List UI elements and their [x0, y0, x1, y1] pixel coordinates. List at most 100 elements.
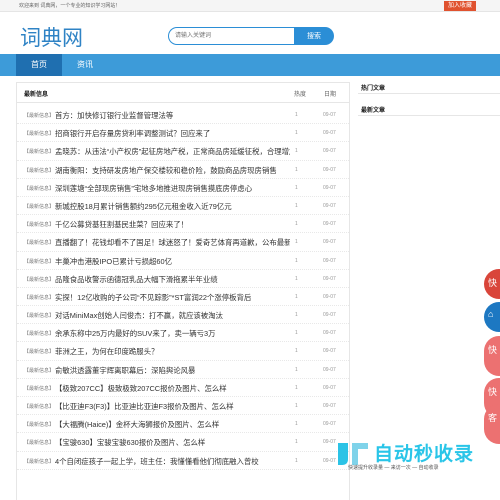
- article-row[interactable]: 【最新信息】 湖南衡阳：支持研发房地产保交楼较和稳价险，鼓励商品房现房销售 1 09-…: [17, 161, 349, 179]
- article-tag: 【最新信息】: [24, 203, 55, 210]
- article-date: 09-07: [323, 202, 336, 209]
- article-date: 09-07: [323, 166, 336, 173]
- article-hot-count: 1: [295, 166, 298, 173]
- article-title-link[interactable]: 孟晓苏：从违法“小产权房”起征房地产税，正常商品房延缓征税，合理增加地方: [55, 146, 290, 157]
- article-title-link[interactable]: 直播翻了！花钱却看不了国足！球迷怒了！爱奇艺体育再道歉，公布最新补偿方案: [55, 237, 290, 248]
- article-row[interactable]: 【最新信息】 4个自闭症孩子一起上学，班主任：我懂懂看他们彻底融入曾校 1 09-07: [17, 452, 349, 470]
- article-row[interactable]: 【最新信息】 实探！12亿收购的子公司“不见踪影”*ST富润22个涨停板背后 1 09…: [17, 288, 349, 307]
- article-title-link[interactable]: 余承东称中25万内最好的SUV来了，卖一辆亏3万: [55, 328, 290, 339]
- article-title-link[interactable]: 品隆食品收警示函德冠乳品大幅下滑拖累半年业绩: [55, 274, 290, 285]
- hot-articles-title: 热门文章: [361, 86, 386, 92]
- article-row[interactable]: 【最新信息】 深圳莲塘“全部现房销售”宅地多地推进现房销售摸底房停虑心 1 09-07: [17, 179, 349, 197]
- article-row[interactable]: 【最新信息】 余承东称中25万内最好的SUV来了，卖一辆亏3万 1 09-07: [17, 324, 349, 343]
- article-hot-count: 1: [295, 239, 298, 246]
- article-title-link[interactable]: 俞敏洪透露董宇辉离职幕后：深陷舆论风暴: [55, 365, 290, 376]
- new-articles-title: 最新文章: [361, 108, 386, 114]
- hot-articles-header: 热门文章: [358, 82, 500, 94]
- article-tag: 【最新信息】: [24, 240, 55, 247]
- article-row[interactable]: 【最新信息】 【大福腾(Haice)】金杯大海狮报价及图片、怎么样 1 09-07: [17, 415, 349, 434]
- article-date: 09-07: [323, 312, 336, 319]
- article-date: 09-07: [323, 275, 336, 282]
- article-row[interactable]: 【最新信息】 【极致207CC】极致极致207CC报价及图片、怎么样 1 09-07: [17, 379, 349, 397]
- latest-info-panel: 最新信息 热度 日期 【最新信息】 首方：加快修订银行业监督管理法等 1 09-07 【…: [16, 82, 350, 500]
- search-input[interactable]: [168, 27, 296, 45]
- article-title-link[interactable]: 丰巢冲击港股IPO已累计亏损超60亿: [55, 256, 290, 267]
- site-logo[interactable]: 词典网: [20, 22, 83, 52]
- article-title-link[interactable]: 【极致207CC】极致极致207CC报价及图片、怎么样: [55, 383, 290, 394]
- article-hot-count: 1: [295, 184, 298, 191]
- float-label: 快: [488, 345, 498, 355]
- article-row[interactable]: 【最新信息】 招商银行开启存量房贷利率调整测试？回应来了 1 09-07: [17, 124, 349, 143]
- article-title-link[interactable]: 菲洲之王，为何在印度跪服头？: [55, 346, 290, 357]
- article-tag: 【最新信息】: [24, 349, 55, 356]
- article-hot-count: 1: [295, 439, 298, 446]
- article-tag: 【最新信息】: [24, 313, 55, 320]
- article-date: 09-07: [323, 421, 336, 428]
- article-row[interactable]: 【最新信息】 孟晓苏：从违法“小产权房”起征房地产税，正常商品房延缓征税，合理增加…: [17, 142, 349, 161]
- article-date: 09-07: [323, 257, 336, 264]
- article-row[interactable]: 【最新信息】 【比亚迪F3(F3)】比亚迪比亚迪F3报价及图片、怎么样 1 09-07: [17, 397, 349, 416]
- article-hot-count: 1: [295, 421, 298, 428]
- article-row[interactable]: 【最新信息】 俞敏洪透露董宇辉离职幕后：深陷舆论风暴 1 09-07: [17, 361, 349, 379]
- article-row[interactable]: 【最新信息】 菲洲之王，为何在印度跪服头？ 1 09-07: [17, 342, 349, 361]
- article-tag: 【最新信息】: [24, 404, 55, 410]
- article-row[interactable]: 【最新信息】 千亿公募贷基狂割基民韭菜？回应来了！ 1 09-07: [17, 215, 349, 234]
- article-date: 09-07: [323, 148, 336, 155]
- article-list: 【最新信息】 首方：加快修订银行业监督管理法等 1 09-07 【最新信息】 招商银行开启…: [17, 106, 349, 470]
- add-favorite-button[interactable]: 加入收藏: [444, 1, 476, 11]
- article-tag: 【最新信息】: [24, 276, 55, 283]
- article-date: 09-07: [323, 403, 336, 409]
- search-bar: 搜索: [168, 27, 334, 45]
- nav-item-home[interactable]: 首页: [16, 54, 62, 76]
- watermark-logo: 自动秒收录 快速提升收录量 — 来访一次 — 自动收录: [334, 437, 494, 477]
- article-tag: 【最新信息】: [24, 331, 55, 338]
- article-title-link[interactable]: 【比亚迪F3(F3)】比亚迪比亚迪F3报价及图片、怎么样: [55, 401, 290, 412]
- article-hot-count: 1: [295, 221, 298, 228]
- main-nav: 首页 资讯: [0, 54, 500, 76]
- article-row[interactable]: 【最新信息】 品隆食品收警示函德冠乳品大幅下滑拖累半年业绩 1 09-07: [17, 270, 349, 288]
- article-date: 09-07: [323, 112, 336, 118]
- article-tag: 【最新信息】: [24, 185, 55, 192]
- article-tag: 【最新信息】: [24, 422, 55, 429]
- article-title-link[interactable]: 【大福腾(Haice)】金杯大海狮报价及图片、怎么样: [55, 419, 290, 430]
- article-row[interactable]: 【最新信息】 首方：加快修订银行业监督管理法等 1 09-07: [17, 106, 349, 125]
- article-row[interactable]: 【最新信息】直播翻了！花钱却看不了国足！球迷怒了！爱奇艺体育再道歉，公布最新补偿…: [17, 233, 349, 252]
- watermark-subtext: 快速提升收录量 — 来访一次 — 自动收录: [348, 465, 439, 471]
- article-title-link[interactable]: 4个自闭症孩子一起上学，班主任：我懂懂看他们彻底融入曾校: [55, 456, 290, 467]
- article-tag: 【最新信息】: [24, 258, 55, 265]
- article-row[interactable]: 【最新信息】 【宝骏630】宝骏宝骏630报价及图片、怎么样 1 09-07: [17, 433, 349, 452]
- nav-item-news[interactable]: 资讯: [62, 54, 108, 76]
- article-title-link[interactable]: 招商银行开启存量房贷利率调整测试？回应来了: [55, 128, 290, 139]
- article-title-link[interactable]: 千亿公募贷基狂割基民韭菜？回应来了！: [55, 219, 290, 230]
- article-tag: 【最新信息】: [24, 440, 55, 447]
- article-title-link[interactable]: 首方：加快修订银行业监督管理法等: [55, 110, 290, 121]
- float-quick-button[interactable]: 快: [484, 336, 500, 376]
- float-home-button[interactable]: ⌂: [484, 302, 500, 332]
- latest-info-header: 最新信息 热度 日期: [17, 83, 349, 103]
- home-icon: ⌂: [488, 309, 494, 319]
- article-hot-count: 1: [295, 330, 298, 337]
- article-row[interactable]: 【最新信息】 丰巢冲击港股IPO已累计亏损超60亿 1 09-07: [17, 252, 349, 270]
- column-date: 日期: [324, 92, 337, 98]
- article-tag: 【最新信息】: [24, 367, 55, 374]
- article-title-link[interactable]: 湖南衡阳：支持研发房地产保交楼较和稳价险，鼓励商品房现房销售: [55, 165, 290, 176]
- welcome-text: 欢迎来到 词典网，一个专业的知识学习网站！: [19, 3, 121, 9]
- article-row[interactable]: 【最新信息】 新城控股18月累计销售额约295亿元租金收入近79亿元 1 09-07: [17, 197, 349, 216]
- article-tag: 【最新信息】: [24, 222, 55, 229]
- article-row[interactable]: 【最新信息】 对话MiniMax创始人闫俊杰：打不赢，就应该被淘汰 1 09-07: [17, 306, 349, 325]
- article-hot-count: 1: [295, 148, 298, 155]
- article-tag: 【最新信息】: [24, 294, 55, 301]
- article-date: 09-07: [323, 330, 336, 337]
- article-title-link[interactable]: 【宝骏630】宝骏宝骏630报价及图片、怎么样: [55, 437, 290, 448]
- article-tag: 【最新信息】: [24, 167, 55, 174]
- article-hot-count: 1: [295, 366, 298, 373]
- article-title-link[interactable]: 新城控股18月累计销售额约295亿元租金收入近79亿元: [55, 201, 290, 212]
- article-title-link[interactable]: 对话MiniMax创始人闫俊杰：打不赢，就应该被淘汰: [55, 310, 290, 321]
- search-button[interactable]: 搜索: [294, 27, 334, 45]
- article-tag: 【最新信息】: [24, 149, 55, 156]
- float-share-button[interactable]: 快: [484, 269, 500, 299]
- article-title-link[interactable]: 实探！12亿收购的子公司“不见踪影”*ST富润22个涨停板背后: [55, 292, 290, 303]
- article-date: 09-07: [323, 130, 336, 137]
- float-label: 客: [488, 413, 498, 423]
- article-title-link[interactable]: 深圳莲塘“全部现房销售”宅地多地推进现房销售摸底房停虑心: [55, 183, 290, 194]
